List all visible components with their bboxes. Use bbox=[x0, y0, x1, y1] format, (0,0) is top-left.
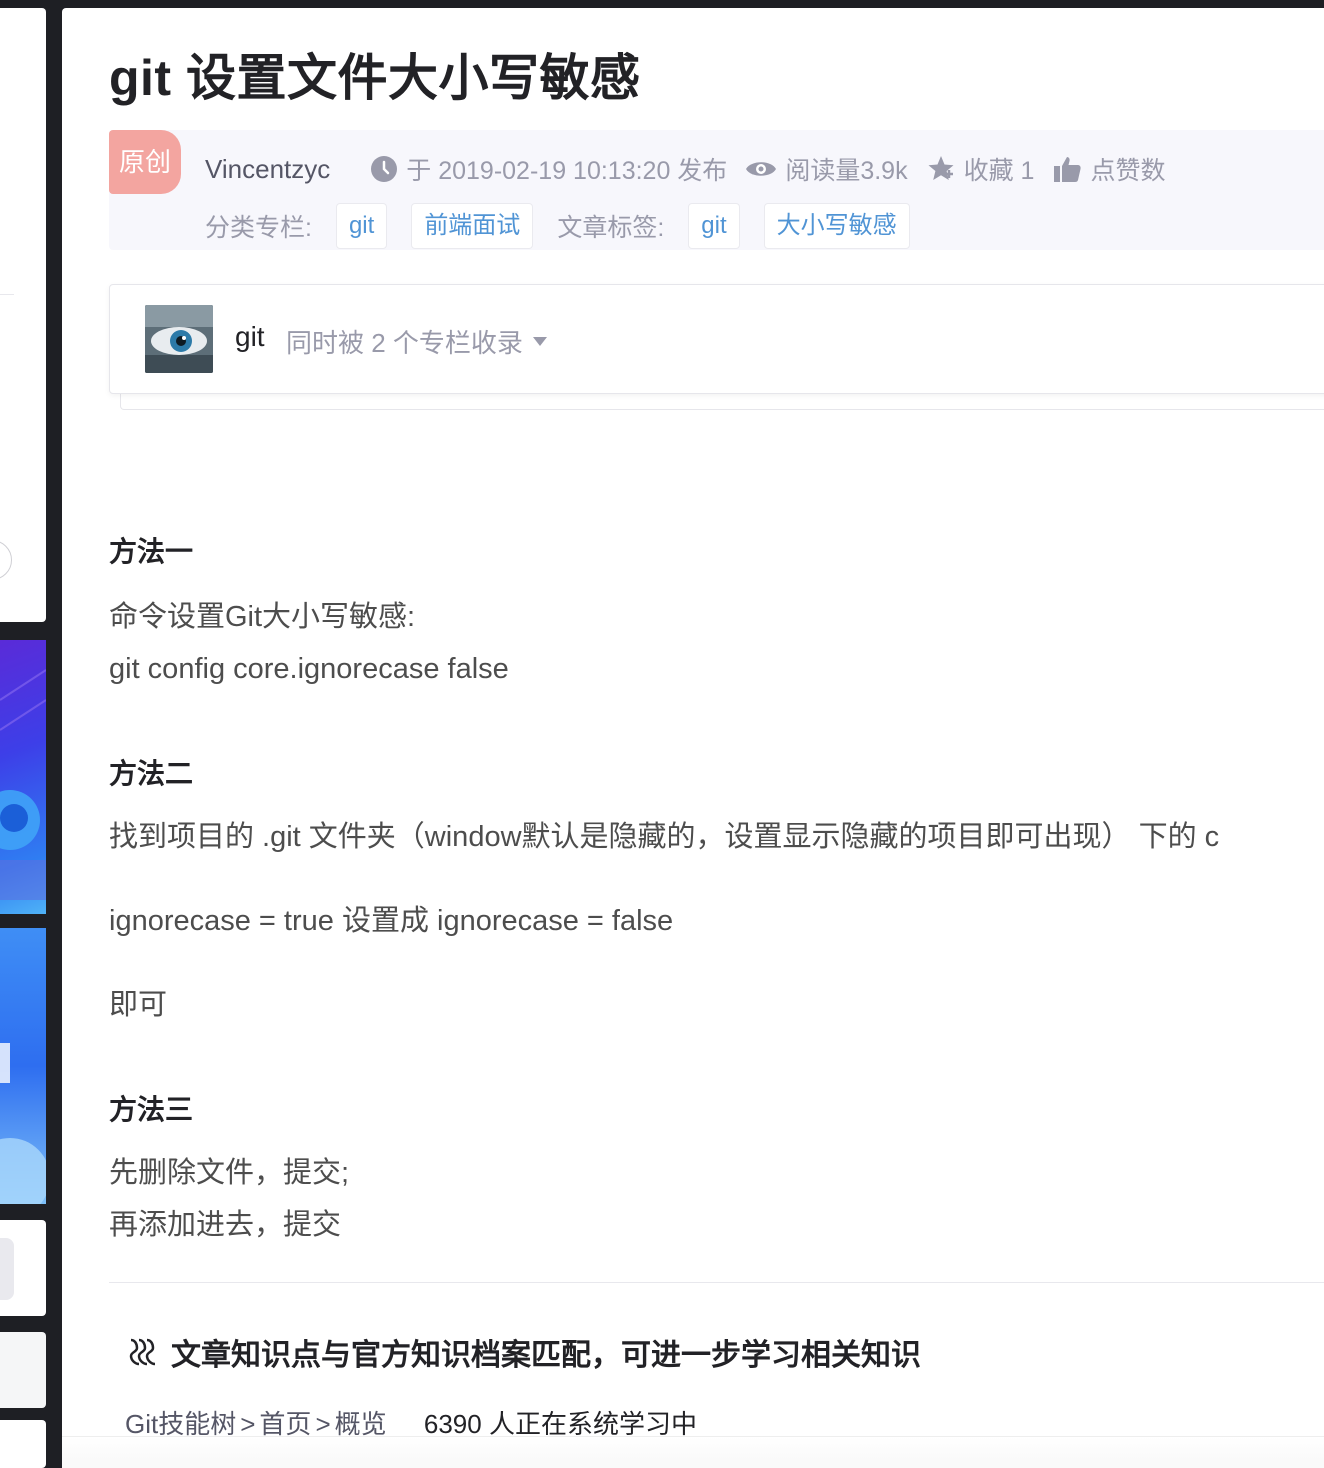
favorite-count: 收藏 1 bbox=[963, 157, 1035, 185]
column-box[interactable]: git 同时被 2 个专栏收录 bbox=[109, 284, 1324, 394]
breadcrumb-separator: > bbox=[240, 1409, 256, 1439]
tags-row: 分类专栏: git 前端面试 文章标签: git 大小写敏感 bbox=[205, 202, 934, 250]
favorite-button[interactable]: 收藏 1 bbox=[926, 151, 1035, 187]
column-name[interactable]: git bbox=[235, 321, 265, 353]
sidebar-ad-banner-2[interactable] bbox=[0, 928, 50, 1218]
article-card: git 设置文件大小写敏感 原创 Vincentzyc 于 2019-02-19… bbox=[62, 8, 1324, 1468]
banner-art-icon bbox=[0, 1043, 50, 1218]
star-icon bbox=[926, 154, 956, 184]
category-tag[interactable]: git bbox=[335, 203, 388, 249]
method3-heading: 方法三 bbox=[109, 1094, 194, 1125]
view-count: 阅读量3.9k bbox=[745, 151, 908, 187]
author-link[interactable]: Vincentzyc bbox=[205, 154, 330, 185]
column-box-stack bbox=[120, 394, 1324, 410]
eye-icon bbox=[745, 157, 777, 181]
banner-art-icon bbox=[0, 669, 47, 900]
caret-down-icon bbox=[532, 336, 547, 346]
paragraph: 先删除文件，提交; bbox=[109, 1157, 350, 1189]
like-label: 点赞数 bbox=[1090, 157, 1166, 185]
clock-icon bbox=[370, 155, 398, 183]
meta-info-row: Vincentzyc 于 2019-02-19 10:13:20 发布 阅读量3… bbox=[205, 152, 1183, 186]
breadcrumb-item[interactable]: Git技能树 bbox=[125, 1409, 236, 1439]
paragraph: git config core.ignorecase false bbox=[109, 653, 509, 685]
article-tag[interactable]: 大小写敏感 bbox=[763, 203, 910, 249]
sidebar-divider bbox=[0, 294, 14, 295]
like-button[interactable]: 点赞数 bbox=[1052, 151, 1165, 187]
paragraph: 找到项目的 .git 文件夹（window默认是隐藏的，设置显示隐藏的项目即可出… bbox=[109, 821, 1220, 853]
column-dropdown[interactable]: 同时被 2 个专栏收录 bbox=[286, 323, 547, 360]
knowledge-match-title: 文章知识点与官方知识档案匹配，可进一步学习相关知识 bbox=[125, 1330, 921, 1374]
method1-heading: 方法一 bbox=[109, 536, 194, 567]
article-meta: 原创 Vincentzyc 于 2019-02-19 10:13:20 发布 阅… bbox=[109, 130, 1324, 250]
article-tag[interactable]: git bbox=[688, 203, 740, 249]
paragraph: ignorecase = true 设置成 ignorecase = false bbox=[109, 905, 674, 937]
eye-photo-icon bbox=[145, 305, 213, 373]
category-label: 分类专栏: bbox=[205, 214, 312, 242]
publish-time: 于 2019-02-19 10:13:20 发布 bbox=[370, 151, 727, 187]
view-count-text: 阅读量3.9k bbox=[785, 157, 908, 185]
paragraph: 即可 bbox=[109, 989, 168, 1021]
sidebar-ad-banner[interactable] bbox=[0, 640, 47, 914]
sidebar-search-button[interactable] bbox=[0, 1238, 14, 1300]
breadcrumb-item[interactable]: 首页 bbox=[259, 1409, 311, 1439]
knowledge-title-text: 文章知识点与官方知识档案匹配，可进一步学习相关知识 bbox=[171, 1339, 921, 1372]
paragraph: 再添加进去，提交 bbox=[109, 1209, 342, 1241]
article-title: git 设置文件大小写敏感 bbox=[109, 50, 641, 106]
paragraph: 命令设置Git大小写敏感: bbox=[109, 601, 416, 633]
divider bbox=[109, 1282, 1324, 1283]
sidebar-author-card bbox=[0, 8, 46, 622]
category-tag[interactable]: 前端面试 bbox=[411, 203, 534, 249]
publish-time-text: 于 2019-02-19 10:13:20 发布 bbox=[406, 157, 728, 185]
original-badge: 原创 bbox=[109, 130, 181, 194]
breadcrumb-item[interactable]: 概览 bbox=[335, 1409, 387, 1439]
column-thumbnail[interactable] bbox=[145, 305, 213, 373]
thumbs-up-icon bbox=[1052, 154, 1082, 184]
tags-label: 文章标签: bbox=[557, 214, 665, 242]
bottom-bar bbox=[62, 1436, 1324, 1468]
learner-count: 6390 人正在系统学习中 bbox=[423, 1409, 697, 1439]
left-sidebar bbox=[0, 0, 50, 1468]
breadcrumb-separator: > bbox=[315, 1409, 331, 1439]
sidebar-card bbox=[0, 1420, 46, 1468]
knowledge-icon bbox=[125, 1336, 157, 1368]
sidebar-search-card bbox=[0, 1220, 46, 1316]
sidebar-follow-button[interactable] bbox=[0, 540, 12, 580]
method2-heading: 方法二 bbox=[109, 758, 194, 789]
sidebar-card bbox=[0, 1332, 46, 1408]
column-description: 同时被 2 个专栏收录 bbox=[286, 328, 523, 358]
